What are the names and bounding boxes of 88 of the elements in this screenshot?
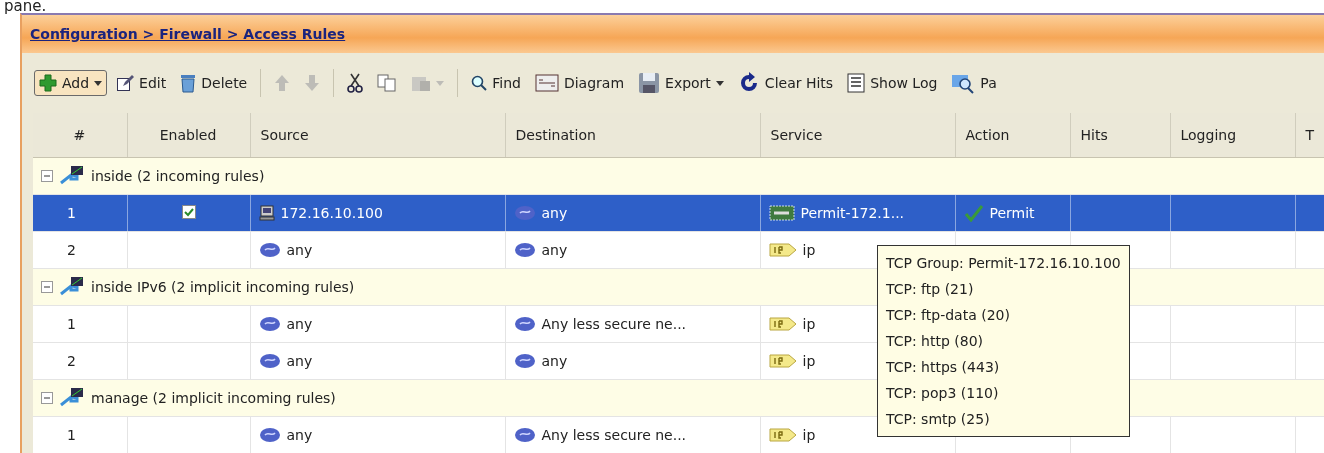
network-cloud-icon	[513, 427, 536, 443]
checkmark-icon	[963, 204, 984, 222]
log-button[interactable]: Show Log	[842, 69, 943, 97]
export-button[interactable]: Export	[633, 68, 729, 98]
action-text: Permit	[989, 205, 1035, 221]
network-cloud-icon	[258, 316, 281, 332]
scissors-icon	[347, 73, 364, 93]
search-icon	[471, 75, 488, 91]
find-button[interactable]: Find	[466, 71, 526, 95]
ip-tag-icon	[768, 242, 797, 258]
network-cloud-icon	[513, 205, 536, 221]
column-header[interactable]: T	[1295, 113, 1324, 158]
tooltip-line: TCP: https (443)	[886, 358, 1001, 377]
tooltip-line: TCP: ftp (21)	[886, 280, 975, 299]
address-text: any	[286, 427, 313, 443]
group-label: inside IPv6 (2 implicit incoming rules)	[91, 279, 355, 295]
column-header[interactable]: Destination	[505, 113, 760, 158]
column-header[interactable]: Action	[955, 113, 1070, 158]
address-text: any	[541, 242, 568, 258]
network-cloud-icon	[258, 353, 281, 369]
address-text: any	[286, 316, 313, 332]
rule-number: 2	[33, 231, 127, 269]
rule-number: 1	[33, 416, 127, 453]
computer-icon	[258, 205, 275, 221]
tcp-group-icon	[768, 205, 795, 221]
column-header[interactable]: #	[33, 113, 127, 158]
interface-arrow-icon	[59, 165, 85, 187]
diagram-icon	[534, 74, 559, 92]
tooltip-line: TCP: pop3 (110)	[886, 384, 1000, 403]
pencil-icon	[116, 74, 135, 92]
address-text: 172.16.10.100	[280, 205, 383, 221]
interface-arrow-icon	[59, 276, 85, 298]
tooltip-line: TCP: ftp-data (20)	[886, 306, 1011, 325]
address-text: any	[286, 353, 313, 369]
service-text: ip	[802, 316, 816, 332]
collapse-icon[interactable]	[41, 170, 53, 182]
column-header[interactable]: Enabled	[127, 113, 250, 158]
group-label: manage (2 implicit incoming rules)	[91, 390, 336, 406]
list-icon	[847, 73, 866, 93]
collapse-icon[interactable]	[41, 392, 53, 404]
copy-icon	[377, 74, 398, 92]
group-label: inside (2 incoming rules)	[91, 168, 265, 184]
address-text: any	[541, 205, 568, 221]
rule-number: 1	[33, 305, 127, 343]
caret-icon	[715, 80, 724, 86]
clipboard-icon	[411, 74, 432, 92]
service-text: ip	[802, 427, 816, 443]
breadcrumb-link[interactable]: Configuration > Firewall > Access Rules	[30, 26, 346, 42]
address-text: any	[541, 353, 568, 369]
collapse-icon[interactable]	[41, 281, 53, 293]
column-header[interactable]: Logging	[1170, 113, 1295, 158]
caret-icon	[94, 80, 103, 86]
rule-number: 2	[33, 342, 127, 380]
rule-number: 1	[33, 194, 127, 232]
network-cloud-icon	[513, 316, 536, 332]
diagram-button[interactable]: Diagram	[529, 70, 630, 96]
trash-icon	[180, 73, 197, 93]
edit-button[interactable]: Edit	[111, 70, 172, 96]
down-arrow-icon	[304, 74, 321, 92]
caption-text: pane.	[3, 0, 48, 13]
ip-tag-icon	[768, 427, 797, 443]
delete-button[interactable]: Delete	[175, 69, 253, 97]
add-button[interactable]: Add	[34, 70, 108, 96]
up-arrow-icon	[274, 74, 291, 92]
service-text: ip	[802, 242, 816, 258]
column-header[interactable]: Service	[760, 113, 955, 158]
interface-arrow-icon	[59, 387, 85, 409]
checkbox-icon[interactable]	[181, 204, 196, 219]
address-text: any	[286, 242, 313, 258]
tooltip-line: TCP: http (80)	[886, 332, 985, 351]
column-header[interactable]: Hits	[1070, 113, 1170, 158]
address-text: Any less secure ne...	[541, 427, 687, 443]
group-row[interactable]: inside (2 incoming rules)	[33, 157, 1324, 195]
network-cloud-icon	[513, 242, 536, 258]
column-header[interactable]: Source	[250, 113, 505, 158]
network-cloud-icon	[258, 427, 281, 443]
ip-tag-icon	[768, 353, 797, 369]
address-text: Any less secure ne...	[541, 316, 687, 332]
caret-icon	[436, 80, 445, 86]
clear-button[interactable]: Clear Hits	[732, 68, 839, 98]
packet-button[interactable]: Pa	[946, 68, 1002, 98]
service-text: ip	[802, 353, 816, 369]
ip-tag-icon	[768, 316, 797, 332]
network-cloud-icon	[513, 353, 536, 369]
service-text: Permit-172.1...	[800, 205, 905, 221]
network-cloud-icon	[258, 242, 281, 258]
magnifier-icon	[951, 72, 976, 94]
plus-icon	[39, 74, 57, 92]
